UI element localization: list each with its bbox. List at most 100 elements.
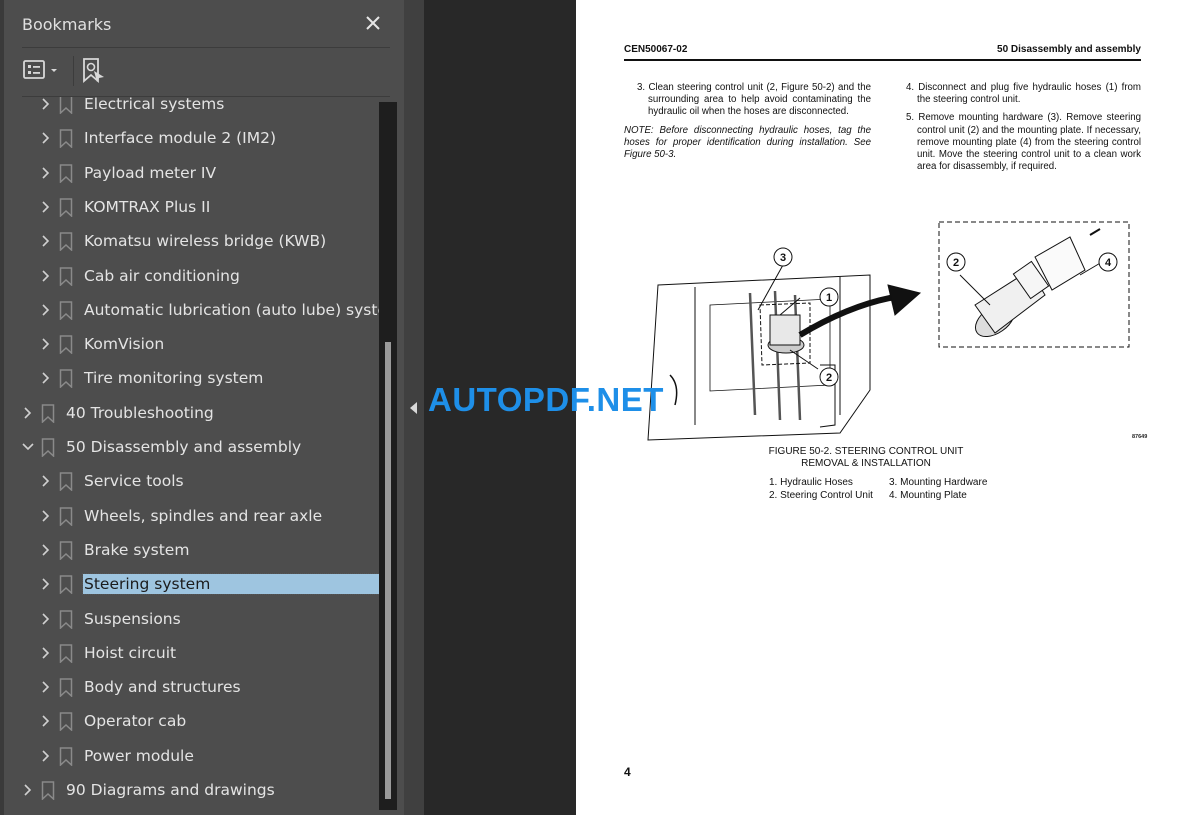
bookmarks-scrollbar-thumb[interactable]: [385, 342, 391, 799]
bookmark-icon: [59, 609, 73, 629]
bookmark-item[interactable]: Body and structures: [4, 671, 382, 705]
bookmark-label: Komatsu wireless bridge (KWB): [84, 232, 327, 251]
left-column: 3. Clean steering control unit (2, Figur…: [624, 82, 871, 167]
bookmark-icon: [59, 266, 73, 286]
chevron-right-icon[interactable]: [38, 302, 54, 318]
chevron-right-icon[interactable]: [38, 679, 54, 695]
chevron-right-icon[interactable]: [38, 508, 54, 524]
bookmarks-panel: Bookmarks Electrical systems Interface mo…: [4, 0, 404, 815]
callout-1: 1: [826, 292, 832, 304]
bookmark-icon: [59, 232, 73, 252]
watermark: AUTOPDF.NET: [428, 381, 664, 418]
bookmark-item[interactable]: KOMTRAX Plus II: [4, 191, 382, 225]
bookmark-item[interactable]: Hoist circuit: [4, 637, 382, 671]
bookmark-label: 40 Troubleshooting: [66, 403, 214, 422]
bookmark-item[interactable]: Steering system: [4, 568, 382, 602]
chevron-right-icon[interactable]: [38, 611, 54, 627]
bookmark-icon: [59, 163, 73, 183]
legend-item: 1. Hydraulic Hoses: [769, 477, 853, 488]
chevron-right-icon[interactable]: [38, 645, 54, 661]
bookmark-item[interactable]: Service tools: [4, 465, 382, 499]
chevron-right-icon[interactable]: [38, 336, 54, 352]
bookmark-item[interactable]: KomVision: [4, 328, 382, 362]
chevron-right-icon[interactable]: [38, 473, 54, 489]
chevron-right-icon[interactable]: [38, 199, 54, 215]
bookmark-icon: [59, 97, 73, 114]
chevron-right-icon[interactable]: [20, 782, 36, 798]
bookmark-label: KOMTRAX Plus II: [84, 197, 211, 216]
chevron-right-icon[interactable]: [38, 130, 54, 146]
find-bookmark-icon: [83, 58, 104, 83]
bookmark-icon: [59, 301, 73, 320]
bookmark-label: Tire monitoring system: [84, 369, 264, 388]
callout-4: 4: [1105, 257, 1112, 269]
bookmark-item[interactable]: Brake system: [4, 534, 382, 568]
bookmark-label: Brake system: [84, 540, 190, 559]
bookmark-icon: [59, 198, 73, 217]
caption-line-1: FIGURE 50-2. STEERING CONTROL UNIT: [768, 446, 964, 457]
chevron-right-icon[interactable]: [38, 576, 54, 592]
chevron-right-icon[interactable]: [38, 97, 54, 112]
steering-control-unit-figure: 3 1 2 2 4: [647, 221, 1130, 441]
bookmark-icon: [59, 575, 73, 595]
figure-id: 87649: [1132, 434, 1148, 440]
bookmark-item[interactable]: 90 Diagrams and drawings: [4, 774, 382, 808]
divider: [22, 47, 390, 48]
bookmark-item[interactable]: Automatic lubrication (auto lube) system: [4, 294, 382, 328]
chevron-right-icon[interactable]: [38, 748, 54, 764]
chevron-right-icon[interactable]: [38, 542, 54, 558]
bookmark-options-button[interactable]: [22, 58, 64, 84]
step-4: 4. Disconnect and plug five hydraulic ho…: [906, 82, 1141, 106]
chevron-right-icon[interactable]: [20, 405, 36, 421]
bookmark-item[interactable]: Operator cab: [4, 705, 382, 739]
legend-item: 4. Mounting Plate: [889, 489, 967, 501]
bookmark-label: Electrical systems: [84, 97, 225, 113]
bookmark-icon: [59, 129, 73, 149]
legend-item: 3. Mounting Hardware: [889, 477, 988, 488]
bookmark-item[interactable]: Payload meter IV: [4, 157, 382, 191]
bookmark-item[interactable]: Cab air conditioning: [4, 260, 382, 294]
bookmark-icon: [41, 781, 55, 800]
chevron-right-icon[interactable]: [38, 165, 54, 181]
bookmark-item[interactable]: Suspensions: [4, 603, 382, 637]
bookmark-item[interactable]: 40 Troubleshooting: [4, 397, 382, 431]
document-id: CEN50067-02: [624, 44, 688, 55]
chevron-right-icon[interactable]: [38, 268, 54, 284]
bookmark-icon: [41, 438, 55, 457]
bookmark-item[interactable]: Electrical systems: [4, 97, 382, 122]
close-panel-button[interactable]: [362, 12, 384, 34]
collapse-panel-arrow-icon[interactable]: [410, 402, 417, 414]
bookmark-item[interactable]: Interface module 2 (IM2): [4, 122, 382, 156]
bookmark-label: Service tools: [84, 472, 184, 491]
bookmark-item[interactable]: Tire monitoring system: [4, 362, 382, 396]
bookmark-icon: [59, 472, 73, 492]
bookmark-label: Suspensions: [84, 609, 181, 628]
bookmark-icon: [41, 403, 55, 423]
bookmark-label: Interface module 2 (IM2): [84, 129, 277, 148]
page-number: 4: [624, 765, 631, 779]
figure-legend: 1. Hydraulic Hoses 3. Mounting Hardware 2…: [769, 477, 987, 502]
bookmark-label: Operator cab: [84, 712, 187, 731]
bookmark-icon: [59, 644, 73, 663]
toolbar-divider: [73, 56, 74, 86]
bookmark-icon: [59, 712, 73, 732]
bookmark-label: Wheels, spindles and rear axle: [84, 506, 323, 525]
pdf-page: CEN50067-02 50 Disassembly and assembly …: [576, 0, 1200, 815]
chevron-right-icon[interactable]: [38, 233, 54, 249]
bookmark-item[interactable]: Wheels, spindles and rear axle: [4, 500, 382, 534]
bookmark-item[interactable]: 50 Disassembly and assembly: [4, 431, 382, 465]
note: NOTE: Before disconnecting hydraulic hos…: [624, 124, 871, 161]
bookmark-label: KomVision: [84, 335, 165, 354]
chevron-down-icon[interactable]: [20, 439, 36, 455]
bookmark-icon: [59, 369, 73, 389]
chevron-right-icon[interactable]: [38, 370, 54, 386]
bookmark-icon: [59, 678, 73, 698]
find-bookmark-button[interactable]: [80, 57, 108, 85]
bookmark-item[interactable]: Komatsu wireless bridge (KWB): [4, 225, 382, 259]
chevron-right-icon[interactable]: [38, 713, 54, 729]
bookmark-label: Cab air conditioning: [84, 266, 240, 285]
bookmark-item[interactable]: Power module: [4, 740, 382, 774]
bookmark-icon: [59, 506, 73, 526]
callout-2-detail: 2: [953, 257, 959, 269]
bookmark-icon: [59, 541, 73, 560]
